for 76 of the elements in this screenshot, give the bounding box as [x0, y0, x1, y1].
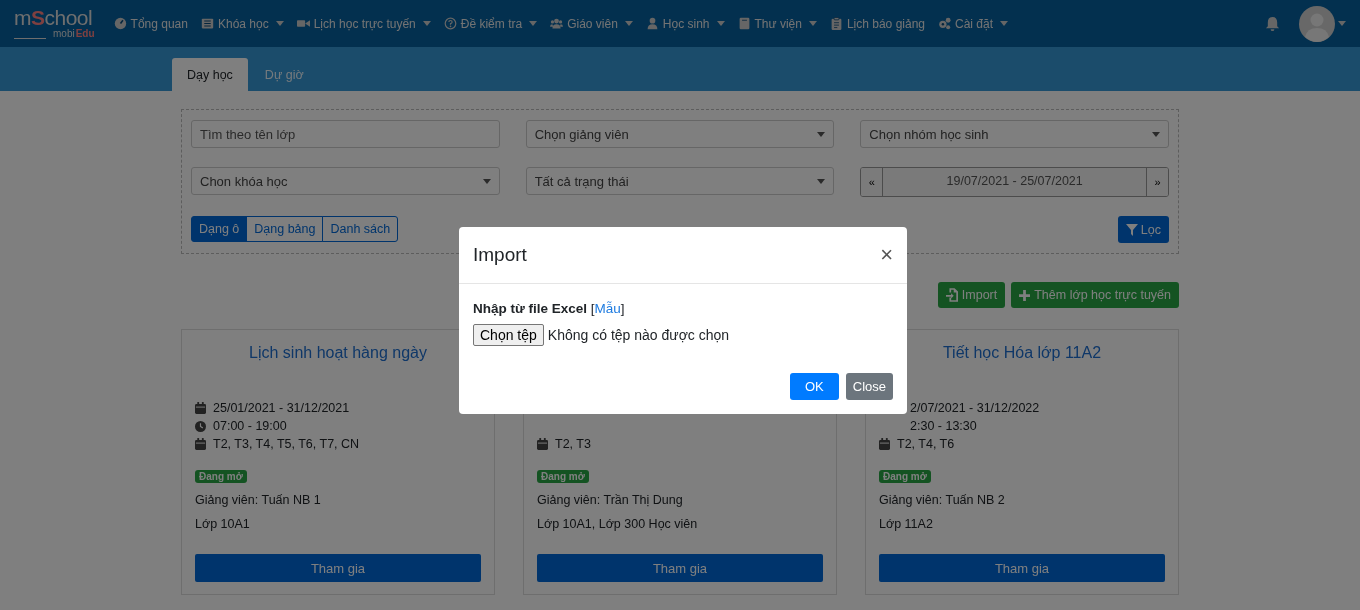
- schedule-text: 07:00 - 19:00: [213, 419, 287, 433]
- plus-icon: [1019, 289, 1031, 301]
- caret-icon: [817, 178, 826, 184]
- clock-icon: [195, 420, 206, 432]
- view-toggle-button[interactable]: Danh sách: [322, 216, 399, 242]
- status-badge: Đang mở: [537, 470, 589, 483]
- nav-menu-item[interactable]: Học sinh: [645, 16, 725, 31]
- file-import-icon: [945, 288, 958, 302]
- import-label: Nhập từ file Excel [Mẫu]: [473, 301, 626, 316]
- tab[interactable]: Dạy học: [172, 58, 248, 91]
- schedule-text: 2:30 - 13:30: [910, 419, 977, 433]
- class-list-text: Lớp 11A2: [879, 517, 933, 531]
- filter-icon: [1125, 223, 1138, 236]
- view-toggle-button[interactable]: Dạng ô: [191, 216, 248, 242]
- dropdown-field[interactable]: Chọn nhóm học sinh: [860, 120, 1169, 148]
- tab[interactable]: Dự giờ: [249, 58, 319, 91]
- class-list-text: Lớp 10A1: [195, 517, 250, 531]
- caret-icon: [817, 131, 826, 137]
- calendar-icon: [195, 438, 206, 450]
- schedule-text: 2/07/2021 - 31/12/2022: [910, 401, 1040, 415]
- template-link[interactable]: Mẫu: [594, 301, 621, 316]
- view-toggle-button[interactable]: Dạng bảng: [246, 216, 324, 242]
- nav-menu-item[interactable]: Khóa học: [200, 16, 284, 31]
- status-badge: Đang mở: [879, 470, 931, 483]
- nav-menu-item[interactable]: Lịch học trực tuyến: [296, 16, 431, 31]
- bell-icon[interactable]: [1265, 16, 1280, 31]
- question-circle-icon: [443, 17, 457, 30]
- add-class-button[interactable]: Thêm lớp học trực tuyến: [1011, 282, 1179, 308]
- caret-icon[interactable]: [1338, 21, 1346, 26]
- schedule-text: T2, T3: [555, 437, 591, 451]
- filter-button[interactable]: Lọc: [1117, 216, 1169, 243]
- dropdown-field[interactable]: Chọn giảng viên: [525, 120, 835, 148]
- nav-menu-item[interactable]: Cài đặt: [938, 16, 1009, 31]
- calendar-icon: [879, 438, 890, 450]
- join-button[interactable]: Tham gia: [195, 554, 481, 582]
- user-icon: [645, 17, 659, 30]
- list-icon: [200, 17, 214, 30]
- ok-button[interactable]: OK: [789, 373, 839, 400]
- nav-menu-item[interactable]: Lịch báo giảng: [829, 16, 925, 31]
- book-icon: [737, 17, 751, 30]
- choose-file-button[interactable]: Chọn tệp: [473, 324, 544, 346]
- users-icon: [550, 17, 564, 30]
- class-list-text: Lớp 10A1, Lớp 300 Học viên: [537, 517, 698, 531]
- schedule-text: 25/01/2021 - 31/12/2021: [213, 401, 350, 415]
- dropdown-field[interactable]: Chon khóa học: [191, 167, 500, 195]
- file-status-text: Không có tệp nào được chọn: [547, 327, 730, 343]
- status-badge: Đang mở: [195, 470, 247, 483]
- nav-menu-item[interactable]: Thư viện: [737, 16, 817, 31]
- import-button[interactable]: Import: [937, 282, 1006, 308]
- schedule-text: T2, T3, T4, T5, T6, T7, CN: [213, 437, 360, 451]
- avatar-icon[interactable]: [1299, 5, 1335, 42]
- join-button[interactable]: Tham gia: [879, 554, 1165, 582]
- nav-menu-item[interactable]: Tổng quan: [113, 16, 188, 31]
- close-button[interactable]: ×: [880, 244, 893, 266]
- class-title-link[interactable]: Tiết học Hóa lớp 11A2: [942, 344, 1102, 361]
- caret-icon: [1152, 131, 1160, 137]
- search-field[interactable]: Tìm theo tên lớp: [191, 120, 500, 148]
- calendar-icon: [195, 402, 206, 414]
- teacher-text: Giảng viên: Tuấn NB 2: [879, 493, 1005, 507]
- clipboard-icon: [829, 17, 843, 30]
- gauge-icon: [113, 17, 127, 30]
- close-button[interactable]: Close: [845, 373, 893, 400]
- dropdown-field[interactable]: Tất cả trạng thái: [525, 167, 835, 195]
- calendar-icon: [537, 438, 548, 450]
- gears-icon: [938, 17, 951, 30]
- teacher-text: Giảng viên: Tuấn NB 1: [195, 493, 321, 507]
- class-title-link[interactable]: Lịch sinh hoạt hàng ngày: [249, 344, 427, 361]
- dialog-title: Import: [473, 244, 527, 266]
- teacher-text: Giảng viên: Trần Thị Dung: [537, 493, 683, 507]
- nav-menu-item[interactable]: Giáo viên: [550, 16, 633, 31]
- video-camera-icon: [296, 17, 310, 30]
- caret-icon: [482, 178, 491, 184]
- logo[interactable]: mSchool mobiEdu: [14, 7, 95, 40]
- join-button[interactable]: Tham gia: [537, 554, 823, 582]
- nav-menu-item[interactable]: Đề kiểm tra: [443, 16, 538, 31]
- schedule-text: T2, T4, T6: [897, 437, 955, 451]
